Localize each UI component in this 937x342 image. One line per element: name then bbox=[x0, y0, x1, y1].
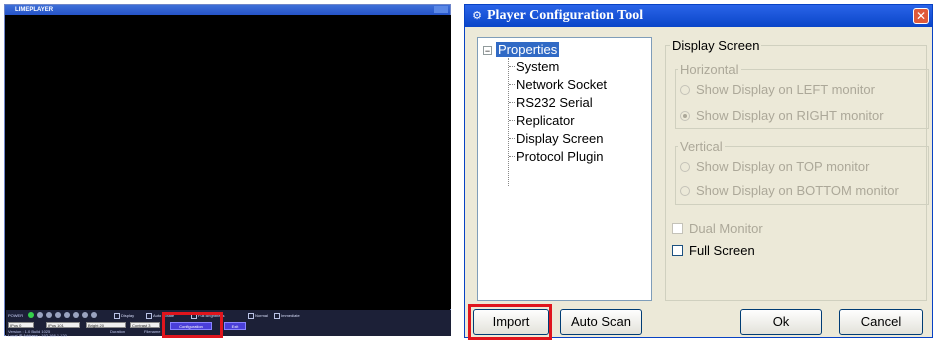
normal-option[interactable]: Normal bbox=[248, 313, 268, 319]
tree-item-rs232-serial[interactable]: RS232 Serial bbox=[516, 95, 593, 110]
power-label: POWER bbox=[8, 313, 24, 318]
ipos-field[interactable]: IPos 101 bbox=[46, 322, 80, 328]
exit-button[interactable]: Exit bbox=[224, 322, 246, 330]
display-option[interactable]: Display bbox=[114, 313, 134, 319]
radio-icon bbox=[680, 85, 690, 95]
radio-icon bbox=[680, 162, 690, 172]
highlight-box bbox=[468, 304, 552, 340]
checkbox-icon bbox=[672, 245, 683, 256]
vertical-title: Vertical bbox=[678, 139, 725, 154]
auto-scan-button[interactable]: Auto Scan bbox=[560, 309, 642, 335]
bright-field[interactable]: Bright 20 bbox=[86, 322, 126, 328]
player-control-panel: POWER Display Auto Rotate Full Brightnes… bbox=[6, 310, 451, 338]
tree-item-display-screen[interactable]: Display Screen bbox=[516, 131, 603, 146]
player-title: LIMEPLAYER bbox=[15, 7, 54, 13]
indicator-dot-icon[interactable] bbox=[64, 312, 70, 318]
ok-button[interactable]: Ok bbox=[740, 309, 822, 335]
immediate-option[interactable]: Immediate bbox=[274, 313, 300, 319]
tree-item-properties[interactable]: Properties bbox=[496, 42, 560, 57]
ip-address-text: Local IP Address : 192.168.1.120 bbox=[8, 333, 67, 338]
ipos-field[interactable]: IPos 0 bbox=[8, 322, 34, 328]
contrast-field[interactable]: Contrast 3 bbox=[130, 322, 160, 328]
app-icon: ⚙ bbox=[472, 10, 482, 22]
close-button[interactable]: ✕ bbox=[913, 8, 929, 24]
player-configuration-dialog: ⚙ Player Configuration Tool ✕ − Properti… bbox=[464, 4, 933, 338]
horizontal-title: Horizontal bbox=[678, 62, 741, 77]
collapse-icon[interactable]: − bbox=[483, 46, 492, 56]
tree-item-replicator[interactable]: Replicator bbox=[516, 113, 575, 128]
indicator-dot-icon[interactable] bbox=[82, 312, 88, 318]
radio-selected-icon bbox=[680, 111, 690, 121]
properties-tree[interactable]: − Properties System Network Socket RS232… bbox=[477, 37, 652, 301]
dialog-titlebar[interactable]: ⚙ Player Configuration Tool ✕ bbox=[465, 5, 932, 27]
tree-line bbox=[508, 58, 509, 186]
cancel-button[interactable]: Cancel bbox=[839, 309, 923, 335]
power-indicator-icon[interactable] bbox=[28, 312, 34, 318]
radio-top-monitor[interactable]: Show Display on TOP monitor bbox=[680, 159, 869, 174]
indicator-dot-icon[interactable] bbox=[37, 312, 43, 318]
dialog-title: Player Configuration Tool bbox=[487, 8, 644, 23]
radio-right-monitor[interactable]: Show Display on RIGHT monitor bbox=[680, 108, 884, 123]
video-display bbox=[6, 15, 451, 309]
tree-item-protocol-plugin[interactable]: Protocol Plugin bbox=[516, 149, 603, 164]
duration-label: Duration bbox=[110, 329, 126, 334]
filename-label: Filename bbox=[144, 329, 161, 334]
radio-left-monitor[interactable]: Show Display on LEFT monitor bbox=[680, 82, 875, 97]
display-screen-title: Display Screen bbox=[670, 38, 762, 53]
indicator-dot-icon[interactable] bbox=[55, 312, 61, 318]
indicator-dot-icon[interactable] bbox=[46, 312, 52, 318]
checkbox-icon bbox=[672, 223, 683, 234]
player-titlebar: LIMEPLAYER bbox=[5, 5, 450, 15]
tree-item-network-socket[interactable]: Network Socket bbox=[516, 77, 607, 92]
highlight-box bbox=[162, 312, 223, 338]
tree-item-system[interactable]: System bbox=[516, 59, 559, 74]
window-controls[interactable] bbox=[434, 6, 448, 13]
indicator-dot-icon[interactable] bbox=[91, 312, 97, 318]
indicator-dot-icon[interactable] bbox=[73, 312, 79, 318]
player-window: LIMEPLAYER POWER Display Auto Rotate Ful… bbox=[4, 4, 451, 338]
radio-icon bbox=[680, 186, 690, 196]
full-screen-checkbox[interactable]: Full Screen bbox=[672, 243, 755, 258]
dual-monitor-checkbox[interactable]: Dual Monitor bbox=[672, 221, 763, 236]
radio-bottom-monitor[interactable]: Show Display on BOTTOM monitor bbox=[680, 183, 899, 198]
